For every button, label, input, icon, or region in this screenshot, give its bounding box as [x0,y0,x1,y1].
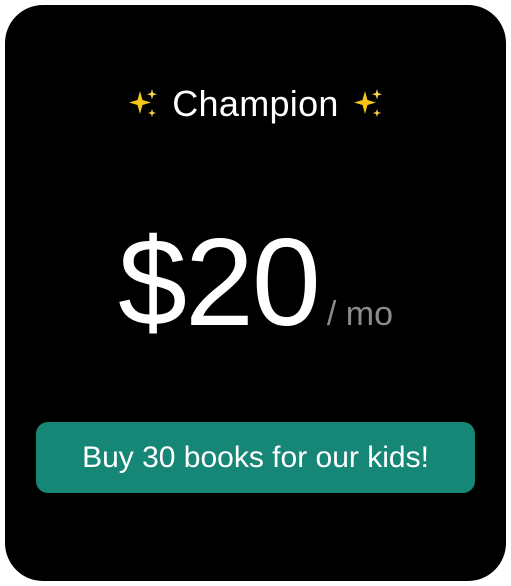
price-row: $20 / mo [5,213,506,353]
price-period: / mo [326,295,393,333]
pricing-card: Champion $20 / mo Buy 30 books for our k… [5,5,506,581]
plan-name: Champion [172,83,339,124]
plan-title-row: Champion [5,81,506,127]
price-amount: $20 [117,214,321,352]
sparkles-icon [351,87,385,121]
buy-books-button[interactable]: Buy 30 books for our kids! [36,422,475,493]
sparkles-icon [126,87,160,121]
